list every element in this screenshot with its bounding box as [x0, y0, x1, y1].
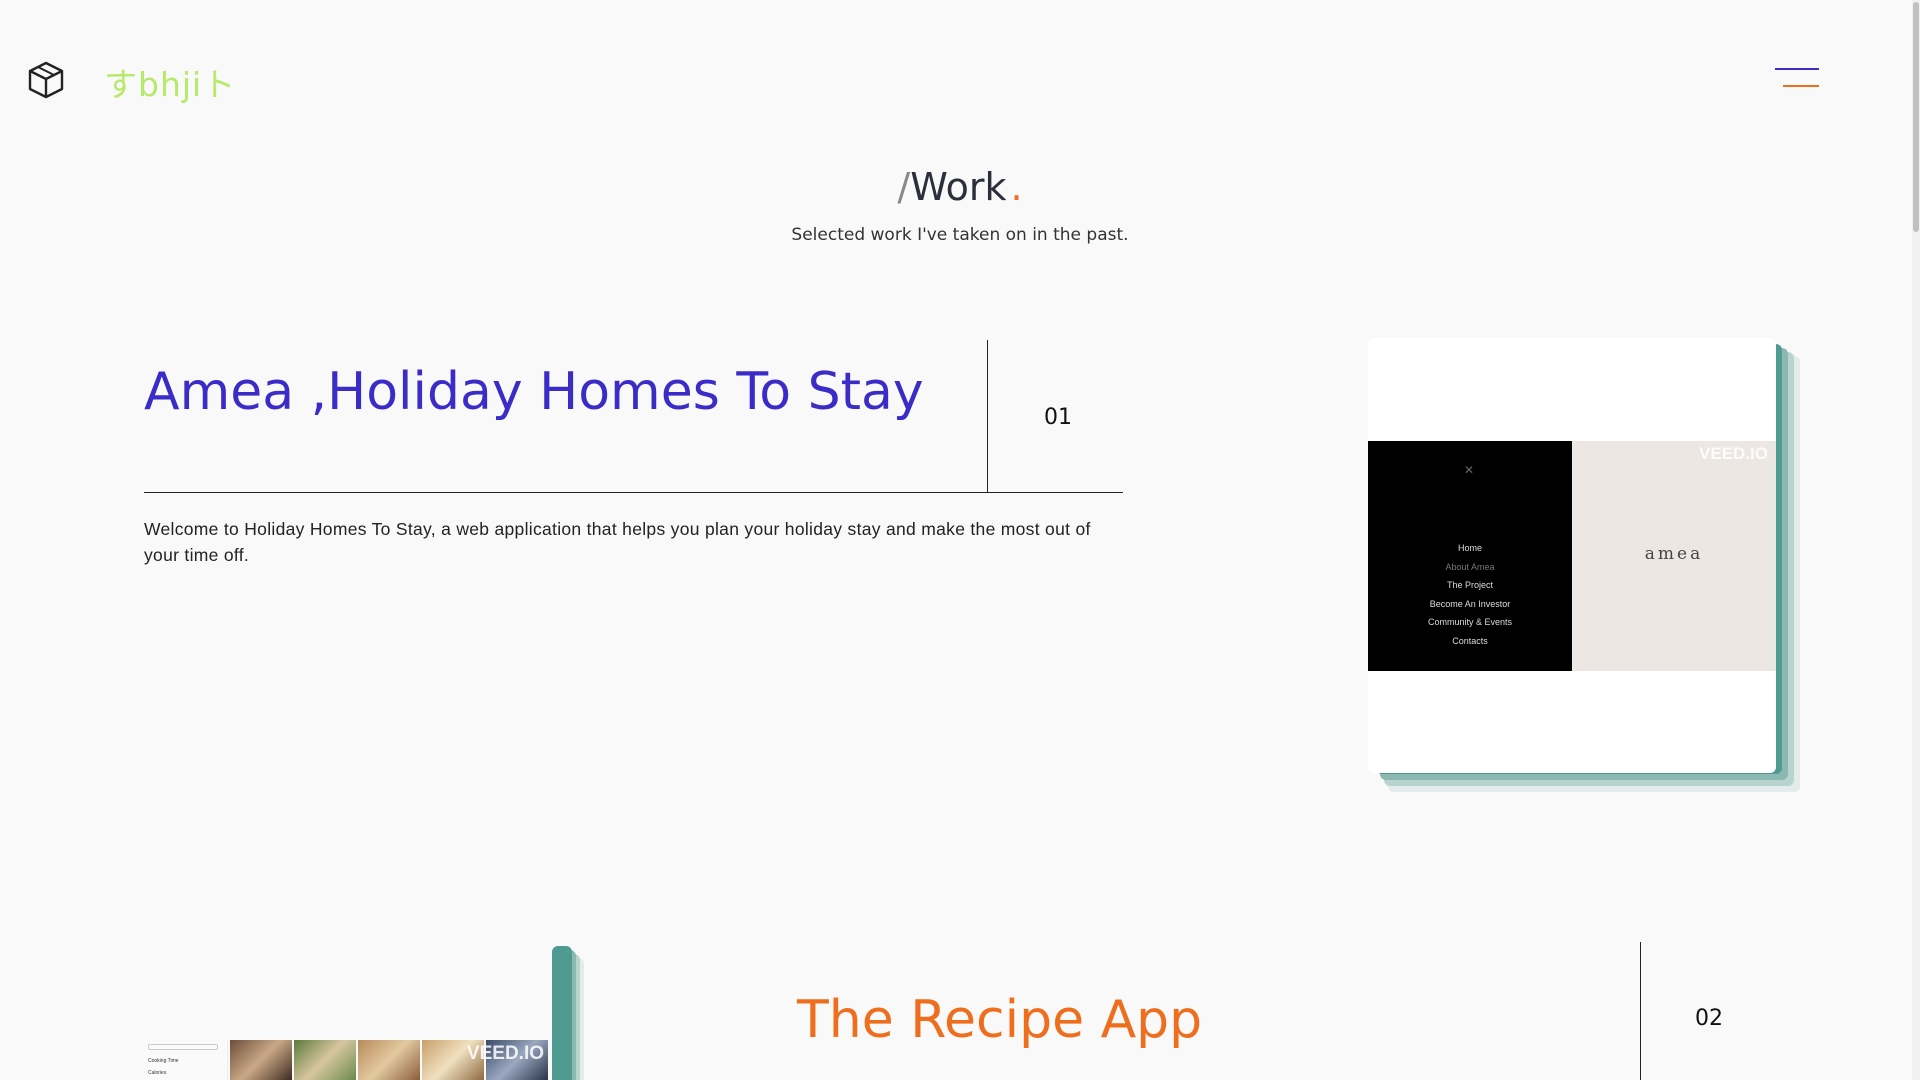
project-title-recipe-app[interactable]: The Recipe App [797, 990, 1202, 1050]
divider [144, 492, 1123, 493]
page-title: /Work. [897, 165, 1023, 209]
preview-filter-row: Cooking Time [148, 1058, 179, 1064]
work-section-header: /Work. Selected work I've taken on in th… [0, 165, 1920, 245]
preview-menu-panel: ✕ Home About Amea The Project Become An … [1368, 441, 1572, 671]
preview-brand: amea [1644, 544, 1704, 564]
divider [987, 340, 988, 492]
project-preview-video[interactable]: ✕ Home About Amea The Project Become An … [1368, 441, 1776, 671]
preview-menu-item: Contacts [1452, 635, 1488, 646]
section-subtitle: Selected work I've taken on in the past. [791, 225, 1129, 245]
cube-icon[interactable] [26, 60, 66, 100]
preview-search-input [148, 1044, 218, 1050]
project-number: 01 [1044, 405, 1072, 430]
project-preview-video[interactable]: Cooking Time Calories VEED.IO [144, 1040, 552, 1080]
brand-name[interactable]: すbhjiト [104, 58, 236, 106]
project-description: Welcome to Holiday Homes To Stay, a web … [144, 519, 1091, 565]
preview-sidebar: Cooking Time Calories [144, 1040, 228, 1080]
close-icon: ✕ [1464, 463, 1475, 477]
recipe-thumbnail [230, 1040, 292, 1080]
card-stack-layer [552, 946, 572, 1080]
preview-menu-item: Home [1457, 543, 1482, 553]
preview-menu-item: About Amea [1445, 561, 1495, 572]
project-title-amea[interactable]: Amea ,Holiday Homes To Stay [144, 366, 984, 418]
preview-brand-panel: amea VEED.IO [1572, 441, 1776, 671]
watermark: VEED.IO [466, 1043, 544, 1064]
recipe-thumbnail [358, 1040, 420, 1080]
hamburger-menu-icon[interactable] [1775, 66, 1821, 90]
preview-filter-row: Calories [148, 1070, 167, 1076]
preview-menu-item: Community & Events [1427, 617, 1513, 627]
preview-menu-item: Become An Investor [1429, 598, 1511, 609]
project-number: 02 [1695, 1006, 1723, 1031]
watermark: VEED.IO [1699, 444, 1768, 463]
preview-menu-item: The Project [1446, 580, 1494, 590]
scrollbar[interactable] [1912, 0, 1920, 1080]
divider [1640, 942, 1641, 1080]
recipe-thumbnail [294, 1040, 356, 1080]
